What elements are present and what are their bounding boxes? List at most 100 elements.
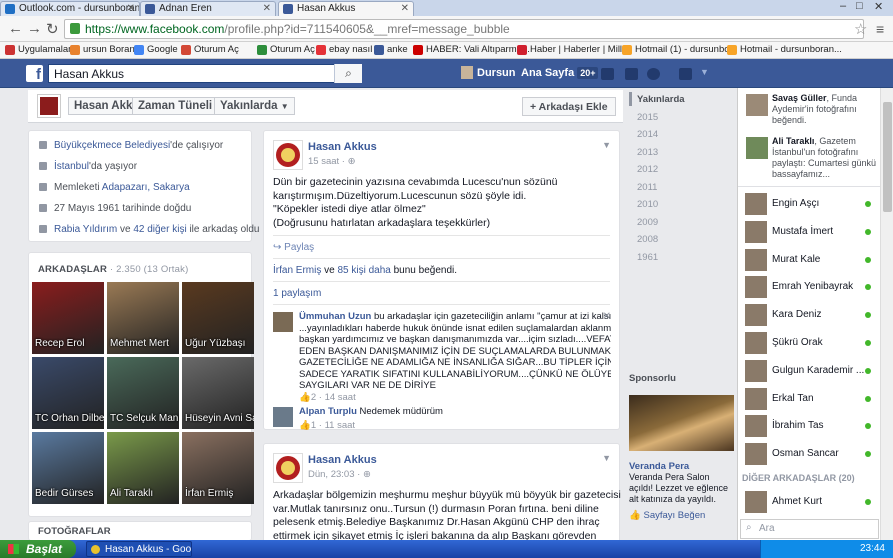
bookmark-apps[interactable]: Uygulamalar <box>5 44 71 55</box>
timeline-year-link[interactable]: 2013 <box>637 147 658 158</box>
ticker-story[interactable]: Savaş Güller, Funda Aydemir'in fotoğrafı… <box>742 93 878 126</box>
close-tab-icon[interactable]: ✕ <box>127 3 135 14</box>
like-thumb-icon[interactable]: 👍 <box>299 392 311 403</box>
friend-tile[interactable]: Recep Erol <box>32 282 104 354</box>
city-link[interactable]: İstanbul <box>54 161 89 172</box>
clock[interactable]: 23:44 <box>860 543 885 554</box>
browser-tab-outlook[interactable]: Outlook.com - dursunboran@ ✕ <box>0 1 140 16</box>
close-tab-icon[interactable]: ✕ <box>263 3 271 14</box>
bookmark-item[interactable]: Haber | Haberler | Mill... <box>517 44 630 55</box>
chat-buddy[interactable]: İbrahim Tas <box>742 415 878 438</box>
chrome-menu-icon[interactable]: ≡ <box>876 21 884 37</box>
share-button[interactable]: ↪ Paylaş <box>273 242 314 253</box>
comment-author[interactable]: Alpan Turplu <box>299 406 357 417</box>
address-bar[interactable]: https://www.facebook.com/profile.php?id=… <box>64 19 864 39</box>
timeline-year-link[interactable]: Yakınlarda <box>637 94 685 105</box>
chat-buddy[interactable]: Murat Kale <box>742 248 878 271</box>
friend-link[interactable]: Rabia Yıldırım <box>54 224 117 235</box>
others-link[interactable]: 42 diğer kişi <box>133 224 186 235</box>
friend-tile[interactable]: Ali Taraklı <box>107 432 179 504</box>
ad-image[interactable] <box>629 395 734 451</box>
commenter-avatar[interactable] <box>273 407 293 427</box>
chat-search-input[interactable]: ⌕ Ara <box>740 519 879 539</box>
more-likers-link[interactable]: 85 kişi daha <box>337 265 390 276</box>
friend-tile[interactable]: Mehmet Mert <box>107 282 179 354</box>
timeline-year-link[interactable]: 2014 <box>637 129 658 140</box>
remove-comment-icon[interactable]: ✕ <box>603 311 611 323</box>
post-avatar[interactable] <box>273 140 303 170</box>
facebook-search-input[interactable]: Hasan Akkus <box>48 64 362 83</box>
timeline-year-link[interactable]: 2011 <box>637 182 657 193</box>
timeline-year-link[interactable]: 2008 <box>637 234 658 245</box>
friend-tile[interactable]: TC Selçuk Manioğlu <box>107 357 179 429</box>
ad-title[interactable]: Veranda Pera <box>629 461 689 472</box>
like-page-link[interactable]: 👍 Sayfayı Beğen <box>629 510 705 521</box>
post-options-chevron-icon[interactable]: ▼ <box>602 140 611 150</box>
timeline-year-link[interactable]: 2012 <box>637 164 658 175</box>
forward-icon[interactable]: → <box>27 20 42 37</box>
profile-avatar[interactable] <box>38 95 60 117</box>
ticker-story[interactable]: Ali Taraklı, Gazetem İstanbul'un fotoğra… <box>742 136 878 180</box>
facebook-logo-icon[interactable]: f <box>26 65 43 83</box>
bookmark-item[interactable]: anke <box>374 44 408 55</box>
bookmark-item[interactable]: Google <box>134 44 178 55</box>
post-avatar[interactable] <box>273 453 303 483</box>
bookmark-item[interactable]: ebay nasıl <box>316 44 372 55</box>
profile-link[interactable]: Dursun <box>461 66 516 79</box>
home-link[interactable]: Ana Sayfa 20+ <box>521 67 599 79</box>
nearby-tab[interactable]: Yakınlarda ▼ <box>214 97 295 115</box>
close-window-icon[interactable]: ✕ <box>874 0 883 13</box>
post-options-chevron-icon[interactable]: ▼ <box>602 453 611 463</box>
timeline-year-link[interactable]: 2010 <box>637 199 658 210</box>
hometown-link[interactable]: Adapazarı, Sakarya <box>102 182 190 193</box>
commenter-avatar[interactable] <box>273 312 293 332</box>
close-tab-icon[interactable]: ✕ <box>401 3 409 14</box>
chat-buddy[interactable]: Kara Deniz <box>742 304 878 327</box>
settings-chevron-icon[interactable]: ▼ <box>700 67 709 77</box>
scrollbar-thumb[interactable] <box>883 102 892 212</box>
privacy-shortcuts-icon[interactable] <box>679 68 692 80</box>
friends-header[interactable]: ARKADAŞLAR · 2.350 (13 Ortak) <box>38 264 188 275</box>
chat-buddy[interactable]: Ahmet Kurt <box>742 491 878 513</box>
chat-buddy[interactable]: Gulgun Karademir ... <box>742 359 878 382</box>
bookmark-item[interactable]: Oturum Aç <box>181 44 239 55</box>
friend-tile[interactable]: Uğur Yüzbaşı <box>182 282 254 354</box>
friend-tile[interactable]: İrfan Ermiş <box>182 432 254 504</box>
timeline-year-link[interactable]: 1961 <box>637 252 658 263</box>
start-button[interactable]: Başlat <box>0 540 76 558</box>
bookmark-item[interactable]: HABER: Vali Altıparma... <box>413 44 530 55</box>
browser-tab-hasan[interactable]: Hasan Akkus ✕ <box>278 1 414 16</box>
chat-buddy[interactable]: Şükrü Orak <box>742 332 878 354</box>
chat-buddy[interactable]: Emrah Yenibayrak <box>742 276 878 299</box>
search-icon[interactable]: ⌕ <box>334 64 362 83</box>
reload-icon[interactable]: ↻ <box>46 20 59 38</box>
post-author[interactable]: Hasan Akkus <box>308 141 377 153</box>
comment-author[interactable]: Ümmuhan Uzun <box>299 311 371 322</box>
messages-icon[interactable] <box>625 68 638 80</box>
chat-buddy[interactable]: Erkal Tan <box>742 387 878 410</box>
post-time[interactable]: Dün, 23:03 · ⊕ <box>308 469 371 480</box>
bookmark-star-icon[interactable]: ☆ <box>854 20 867 38</box>
post-author[interactable]: Hasan Akkus <box>308 454 377 466</box>
bookmark-item[interactable]: Oturum Aç <box>257 44 315 55</box>
back-icon[interactable]: ← <box>8 20 23 37</box>
page-scrollbar[interactable] <box>880 88 893 540</box>
taskbar-window-item[interactable]: Hasan Akkus - Google... <box>86 541 192 557</box>
bookmark-item[interactable]: ursun Boran <box>70 44 135 55</box>
browser-tab-adnan[interactable]: Adnan Eren ✕ <box>140 1 276 16</box>
shares-link[interactable]: 1 paylaşım <box>273 288 321 299</box>
friend-tile[interactable]: Bedir Gürses <box>32 432 104 504</box>
bookmark-item[interactable]: Hotmail - dursunboran... <box>727 44 842 55</box>
timeline-year-link[interactable]: 2009 <box>637 217 658 228</box>
liker-link[interactable]: İrfan Ermiş <box>273 265 321 276</box>
chat-buddy[interactable]: Engin Aşçı <box>742 193 878 215</box>
bookmark-item[interactable]: Hotmail (1) - dursunbo... <box>622 44 737 55</box>
post-time[interactable]: 15 saat · ⊕ <box>308 156 356 167</box>
notifications-globe-icon[interactable] <box>647 68 660 80</box>
like-thumb-icon[interactable]: 👍 <box>299 420 311 431</box>
maximize-icon[interactable]: □ <box>856 0 863 12</box>
work-link[interactable]: Büyükçekmece Belediyesi <box>54 140 170 151</box>
friend-requests-icon[interactable] <box>601 68 614 80</box>
photos-title[interactable]: FOTOĞRAFLAR <box>38 526 111 537</box>
friend-tile[interactable]: TC Orhan Dilber <box>32 357 104 429</box>
